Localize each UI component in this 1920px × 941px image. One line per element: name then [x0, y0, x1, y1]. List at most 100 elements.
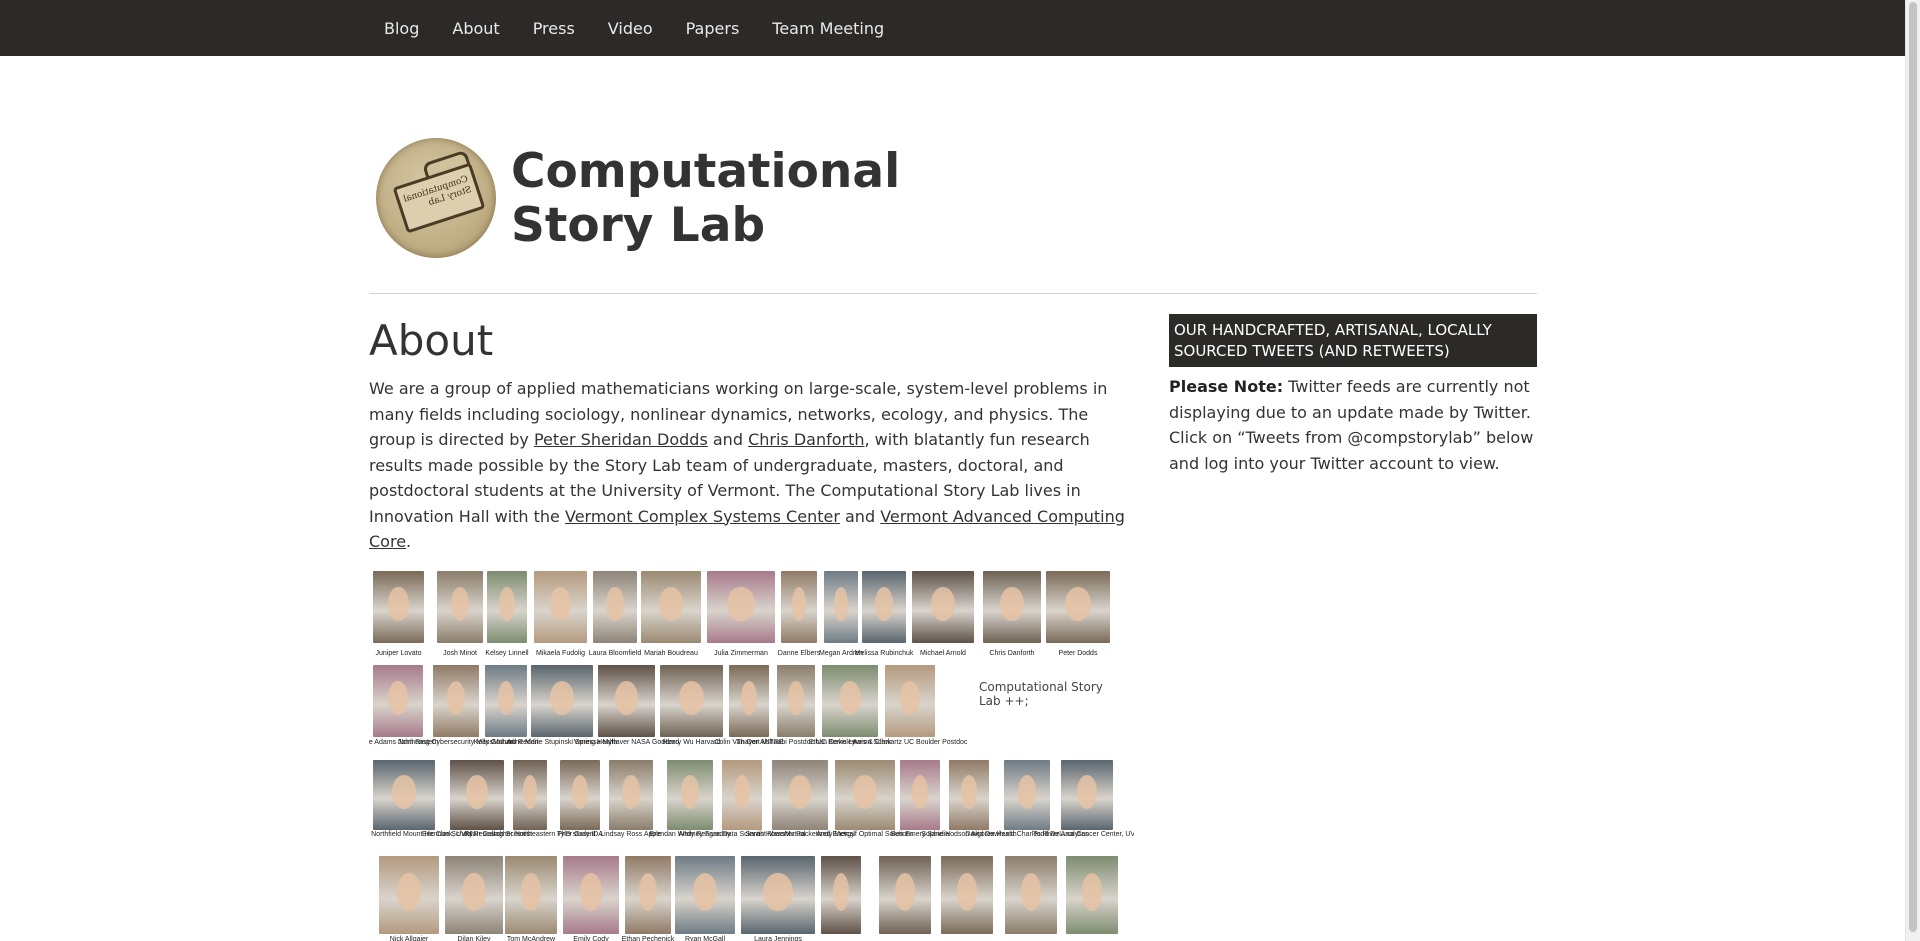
team-member-caption: Laura Bloomfield: [588, 650, 642, 657]
nav-team-meeting[interactable]: Team Meeting: [772, 19, 884, 38]
team-member-photo: [598, 665, 655, 737]
face-shape: [499, 586, 515, 622]
face-shape: [520, 873, 542, 911]
face-shape: [549, 586, 572, 622]
team-member-caption: Juniper Lovato: [375, 650, 422, 657]
face-shape: [615, 680, 638, 716]
site-title[interactable]: Computational Story Lab: [511, 145, 951, 253]
face-shape: [833, 873, 849, 911]
team-member-photo: [1066, 856, 1118, 934]
team-member-photo: [900, 760, 940, 830]
face-shape: [572, 775, 588, 809]
face-shape: [388, 680, 408, 716]
about-paragraph: We are a group of applied mathematicians…: [369, 376, 1139, 555]
face-shape: [834, 586, 848, 622]
mini-lab-logo: Computational Story Lab ++;: [979, 680, 1103, 708]
team-member-photo: [949, 760, 989, 830]
team-member-photo: [885, 665, 935, 737]
sidebar-twitter-note: Please Note: Twitter feeds are currently…: [1169, 374, 1539, 476]
face-shape: [956, 873, 978, 911]
face-shape: [1000, 586, 1024, 622]
team-member-photo: [822, 665, 878, 737]
seal-stamp-graphic: Computational Story Lab: [392, 162, 486, 234]
face-shape: [622, 775, 640, 809]
team-member-caption: Julia Zimmerman: [714, 650, 768, 657]
team-member-caption: Michael Arnold: [920, 650, 966, 657]
team-member-photo: [821, 856, 861, 934]
team-member-caption: Ryan McGall: [684, 936, 726, 941]
page-scrollbar[interactable]: [1905, 0, 1920, 941]
team-member-photo: [609, 760, 653, 830]
face-shape: [788, 775, 812, 809]
team-member-photo: [729, 665, 769, 737]
team-member-caption: Aaron Schwartz UC Boulder Postdoc: [852, 739, 968, 746]
nav-papers[interactable]: Papers: [686, 19, 740, 38]
nav-about[interactable]: About: [452, 19, 499, 38]
face-shape: [606, 586, 624, 622]
face-shape: [1017, 775, 1037, 809]
team-member-photo: [505, 856, 557, 934]
face-shape: [788, 680, 804, 716]
face-shape: [734, 775, 750, 809]
nav-press[interactable]: Press: [533, 19, 575, 38]
face-shape: [741, 680, 757, 716]
face-shape: [388, 586, 409, 622]
link-chris-danforth[interactable]: Chris Danforth: [748, 430, 864, 449]
team-member-caption: Emily Cody: [573, 936, 609, 941]
link-peter-sheridan-dodds[interactable]: Peter Sheridan Dodds: [534, 430, 708, 449]
team-member-caption: Peter Dodds: [1058, 650, 1098, 657]
team-member-photo: [824, 571, 858, 643]
team-member-photo: [722, 760, 762, 830]
face-shape: [678, 680, 705, 716]
team-member-photo: [983, 571, 1041, 643]
team-member-photo: [373, 665, 423, 737]
team-member-photo: [563, 856, 619, 934]
team-member-caption: Tyler Gray IDA: [557, 831, 603, 838]
face-shape: [466, 775, 488, 809]
team-member-photo: [1046, 571, 1110, 643]
team-member-photo: [772, 760, 828, 830]
face-shape: [1076, 775, 1098, 809]
seal-text: Computational Story Lab: [402, 174, 473, 209]
team-member-photo: [534, 571, 587, 643]
team-member-photo: [373, 760, 435, 830]
face-shape: [853, 775, 877, 809]
team-member-photo: [445, 856, 503, 934]
team-member-caption: Mikaela Fudolig: [535, 650, 586, 657]
team-member-caption: Nick Allgaier: [389, 936, 429, 941]
face-shape: [791, 586, 807, 622]
team-member-photo: [450, 760, 504, 830]
page-title: About: [369, 316, 494, 365]
header-divider: [369, 293, 1537, 294]
team-member-photo: [1004, 760, 1050, 830]
nav-video[interactable]: Video: [608, 19, 653, 38]
nav-blog[interactable]: Blog: [384, 19, 419, 38]
team-member-caption: Henry Wu Harvard: [662, 739, 721, 746]
sidebar-tweets-heading: OUR HANDCRAFTED, ARTISANAL, LOCALLY SOUR…: [1169, 314, 1537, 367]
face-shape: [523, 775, 537, 809]
lab-seal-logo[interactable]: Computational Story Lab: [376, 138, 496, 258]
team-member-caption: Tom McAndrew: [506, 936, 556, 941]
team-member-photo: [531, 665, 593, 737]
team-member-caption: Laura Jennings: [754, 936, 802, 941]
face-shape: [638, 873, 658, 911]
team-member-photo: [862, 571, 906, 643]
team-member-photo: [941, 856, 993, 934]
about-text-and1: and: [707, 430, 749, 449]
team-member-photo: [741, 856, 815, 934]
face-shape: [680, 775, 700, 809]
team-member-caption: Josh Minot: [443, 650, 477, 657]
scrollbar-thumb[interactable]: [1909, 2, 1917, 932]
face-shape: [1065, 586, 1091, 622]
team-member-photo: [777, 665, 815, 737]
face-shape: [579, 873, 603, 911]
face-shape: [930, 586, 956, 622]
about-text-and2: and: [839, 506, 881, 526]
face-shape: [727, 586, 755, 622]
team-member-photo: [487, 571, 527, 643]
link-vermont-complex-systems-center[interactable]: Vermont Complex Systems Center: [565, 507, 840, 526]
team-member-caption: Melissa Rubinchuk: [854, 650, 914, 657]
face-shape: [763, 873, 793, 911]
team-member-photo: [1005, 856, 1057, 934]
team-member-photo: [675, 856, 735, 934]
